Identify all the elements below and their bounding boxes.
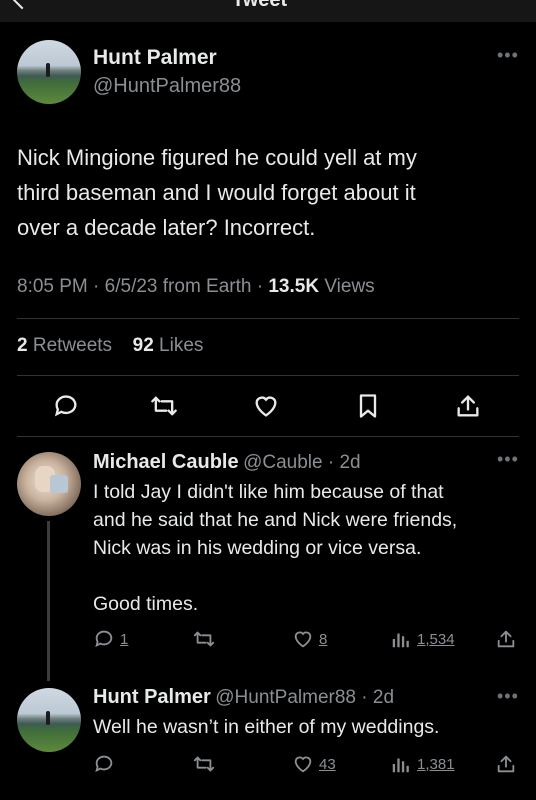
retweet-icon[interactable]	[150, 392, 178, 420]
author-handle[interactable]: @Cauble	[243, 452, 323, 473]
author-name[interactable]: Michael Cauble	[93, 451, 239, 473]
reply-text-line: Good times.	[93, 593, 199, 615]
like-count: 43	[319, 755, 336, 773]
tweet-time[interactable]: 8:05 PM	[17, 276, 88, 297]
reply-count: 1	[120, 630, 129, 648]
tweet-source: from Earth	[162, 276, 252, 297]
author-name[interactable]: Hunt Palmer	[93, 46, 217, 70]
divider	[17, 436, 519, 437]
reply-header: Michael Cauble @Cauble · 2d	[93, 451, 361, 473]
likes-stat[interactable]: 92 Likes	[133, 335, 204, 356]
like-button[interactable]: 8	[292, 628, 327, 650]
bookmark-icon[interactable]	[354, 392, 382, 420]
reply-text-line: I told Jay I didn't like him because of …	[93, 481, 444, 503]
tweet-stats: 2 Retweets 92 Likes	[17, 335, 203, 357]
reply-age[interactable]: 2d	[339, 452, 360, 473]
reply-icon	[95, 630, 113, 648]
retweets-stat[interactable]: 2 Retweets	[17, 335, 112, 356]
heart-icon	[294, 631, 312, 648]
reply-text-line: Well he wasn’t in either of my weddings.	[93, 716, 440, 738]
views-icon	[392, 633, 409, 648]
views-icon	[392, 758, 409, 773]
reply-text-line	[93, 562, 457, 590]
view-count: 1,534	[417, 630, 455, 648]
top-bar: Tweet	[0, 0, 536, 22]
more-options-icon[interactable]: •••	[497, 686, 519, 707]
like-count: 8	[319, 630, 328, 648]
heart-icon	[294, 756, 312, 773]
tweet-text-line: over a decade later? Incorrect.	[17, 215, 316, 240]
share-button[interactable]	[495, 753, 517, 775]
reply-icon[interactable]	[52, 392, 80, 420]
avatar[interactable]	[17, 40, 81, 104]
views-count: 13.5K	[268, 276, 320, 297]
views-button[interactable]: 1,381	[390, 753, 455, 775]
reply-header: Hunt Palmer @HuntPalmer88 · 2d	[93, 686, 395, 708]
reply-text: Well he wasn’t in either of my weddings.	[93, 713, 439, 741]
share-button[interactable]	[495, 628, 517, 650]
retweet-icon	[193, 756, 215, 772]
avatar[interactable]	[17, 688, 81, 752]
more-options-icon[interactable]: •••	[497, 45, 519, 66]
more-options-icon[interactable]: •••	[497, 449, 519, 470]
avatar[interactable]	[17, 452, 81, 516]
share-icon	[497, 630, 515, 648]
reply-age[interactable]: 2d	[373, 687, 394, 708]
views-button[interactable]: 1,534	[390, 628, 455, 650]
share-icon[interactable]	[454, 392, 482, 420]
divider	[17, 375, 519, 376]
share-icon	[497, 755, 515, 773]
retweet-button[interactable]	[193, 753, 215, 775]
retweet-icon	[193, 631, 215, 647]
reply-icon	[95, 755, 113, 773]
thread-line	[47, 521, 50, 681]
tweet-date[interactable]: 6/5/23	[105, 276, 158, 297]
heart-icon[interactable]	[252, 392, 280, 420]
back-arrow-icon[interactable]	[10, 0, 34, 10]
reply-text: I told Jay I didn't like him because of …	[93, 478, 457, 618]
page-title: Tweet	[232, 0, 288, 11]
reply-button[interactable]: 1	[93, 628, 128, 650]
views-label: Views	[324, 276, 375, 297]
tweet-text-line: Nick Mingione figured he could yell at m…	[17, 145, 417, 170]
view-count: 1,381	[417, 755, 455, 773]
author-handle[interactable]: @HuntPalmer88	[93, 75, 241, 98]
reply-text-line: and he said that he and Nick were friend…	[93, 509, 458, 531]
author-handle[interactable]: @HuntPalmer88	[215, 687, 356, 708]
author-name[interactable]: Hunt Palmer	[93, 686, 211, 708]
tweet-meta: 8:05 PM · 6/5/23 from Earth · 13.5K View…	[17, 276, 375, 297]
like-button[interactable]: 43	[292, 753, 336, 775]
reply-text-line: Nick was in his wedding or vice versa.	[93, 537, 422, 559]
tweet-text-line: third baseman and I would forget about i…	[17, 180, 416, 205]
retweet-button[interactable]	[193, 628, 215, 650]
tweet-text: Nick Mingione figured he could yell at m…	[17, 140, 517, 245]
reply-button[interactable]	[93, 753, 120, 775]
divider	[17, 318, 519, 319]
